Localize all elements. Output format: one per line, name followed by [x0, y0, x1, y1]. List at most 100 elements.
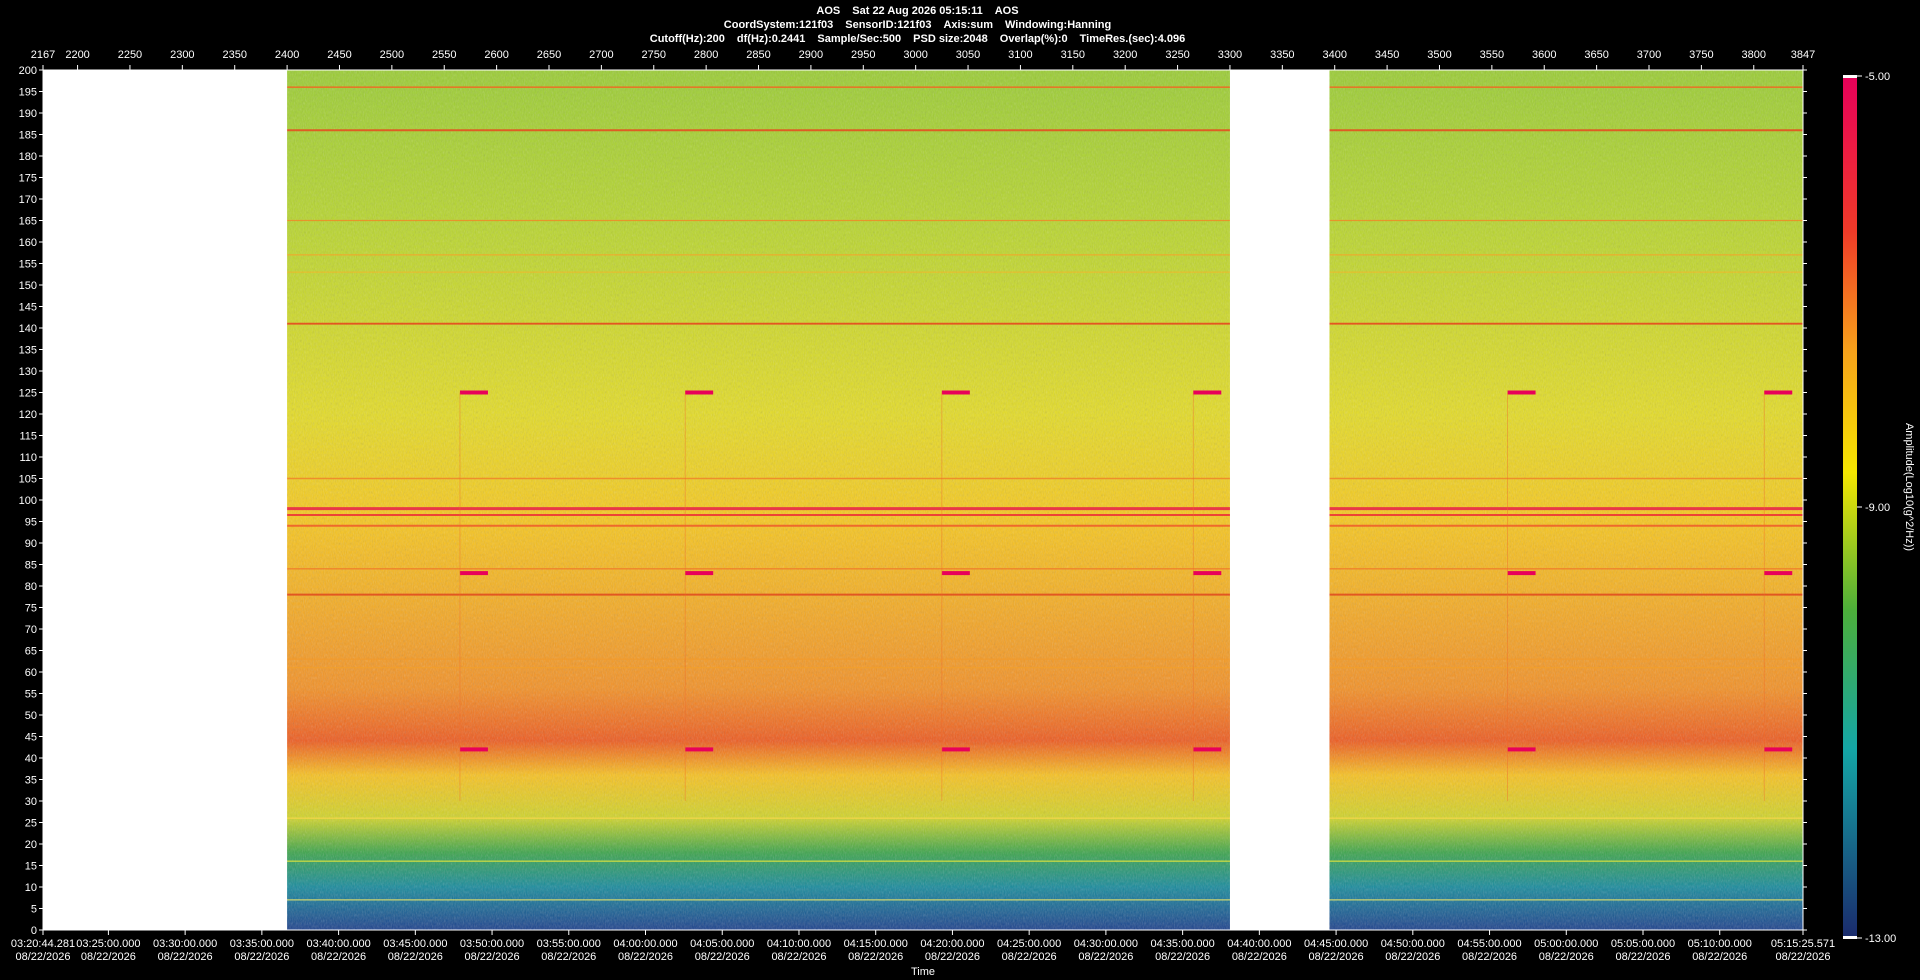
y-tick-label: 20 — [25, 839, 37, 851]
time-tick-label: 04:15:00.000 — [844, 938, 908, 950]
y-tick-label: 175 — [19, 173, 37, 185]
y-tick-label: 190 — [19, 108, 37, 120]
y-tick-label: 70 — [25, 624, 37, 636]
burst-marker — [685, 571, 714, 576]
y-tick-label: 90 — [25, 538, 37, 550]
time-tick-label: 04:50:00.000 — [1381, 938, 1445, 950]
y-tick-label: 35 — [25, 775, 37, 787]
time-tick-date: 08/22/2026 — [465, 951, 520, 963]
top-tick-label: 3450 — [1375, 49, 1399, 61]
y-tick-label: 180 — [19, 151, 37, 163]
time-tick-date: 08/22/2026 — [541, 951, 596, 963]
time-tick-date: 08/22/2026 — [1232, 951, 1287, 963]
y-tick-label: 5 — [31, 904, 37, 916]
spectrogram-chart: 0 5 10 15 20 25 30 35 40 45 50 55 60 65 70 75 80 85 90 95 10… — [11, 49, 1915, 978]
time-tick-label: 04:55:00.000 — [1457, 938, 1521, 950]
top-tick-label: 2250 — [118, 49, 142, 61]
time-tick-date: 08/22/2026 — [1462, 951, 1517, 963]
burst-marker — [1193, 571, 1222, 576]
time-tick-label: 04:35:00.000 — [1151, 938, 1215, 950]
burst-marker — [459, 571, 488, 576]
top-tick-label: 3700 — [1637, 49, 1661, 61]
burst-marker — [685, 390, 714, 395]
y-tick-label: 125 — [19, 388, 37, 400]
colorbar: -5.00 -9.00 -13.00 Amplitude(Log10(g^2/Hz)) — [1843, 71, 1915, 945]
time-tick-date: 08/22/2026 — [1615, 951, 1670, 963]
top-tick-label: 3250 — [1165, 49, 1189, 61]
y-tick-label: 170 — [19, 194, 37, 206]
time-tick-date: 08/22/2026 — [81, 951, 136, 963]
top-tick-label: 2750 — [642, 49, 666, 61]
x-axis-label: Time — [911, 966, 935, 978]
y-tick-label: 55 — [25, 689, 37, 701]
y-tick-label: 120 — [19, 409, 37, 421]
burst-marker — [941, 571, 970, 576]
data-gap — [1229, 70, 1330, 930]
top-tick-label: 2500 — [380, 49, 404, 61]
top-tick-label: 2200 — [65, 49, 89, 61]
time-tick-date: 08/22/2026 — [311, 951, 366, 963]
burst-marker — [1507, 747, 1536, 752]
time-tick-label: 04:45:00.000 — [1304, 938, 1368, 950]
top-tick-label: 2550 — [432, 49, 456, 61]
burst-marker — [941, 747, 970, 752]
top-tick-label: 2450 — [327, 49, 351, 61]
colorbar-tick-label: -9.00 — [1865, 502, 1890, 514]
y-tick-label: 0 — [31, 925, 37, 937]
colorbar-bottom-cap — [1843, 936, 1857, 939]
y-tick-label: 160 — [19, 237, 37, 249]
time-tick-label: 03:35:00.000 — [230, 938, 294, 950]
top-tick-label: 3000 — [903, 49, 927, 61]
y-tick-label: 165 — [19, 216, 37, 228]
time-tick-label: 03:50:00.000 — [460, 938, 524, 950]
y-tick-label: 80 — [25, 581, 37, 593]
y-tick-label: 15 — [25, 861, 37, 873]
time-tick-date: 08/22/2026 — [1002, 951, 1057, 963]
time-tick-label: 04:00:00.000 — [613, 938, 677, 950]
y-tick-label: 100 — [19, 495, 37, 507]
y-tick-label: 140 — [19, 323, 37, 335]
burst-marker — [1764, 390, 1793, 395]
y-tick-label: 30 — [25, 796, 37, 808]
time-tick-label: 03:40:00.000 — [306, 938, 370, 950]
time-tick-date: 08/22/2026 — [234, 951, 289, 963]
time-tick-label: 05:05:00.000 — [1611, 938, 1675, 950]
colorbar-label: Amplitude(Log10(g^2/Hz)) — [1903, 423, 1915, 551]
time-tick-label: 04:40:00.000 — [1227, 938, 1291, 950]
top-tick-label: 3650 — [1584, 49, 1608, 61]
time-tick-date: 08/22/2026 — [1539, 951, 1594, 963]
time-tick-date: 08/22/2026 — [695, 951, 750, 963]
y-tick-label: 115 — [19, 431, 37, 443]
spectrogram-image — [43, 70, 1803, 930]
spectrogram-texture — [43, 70, 1803, 930]
y-tick-label: 95 — [25, 517, 37, 529]
y-tick-label: 45 — [25, 732, 37, 744]
data-gap — [43, 70, 288, 930]
top-tick-label: 3550 — [1480, 49, 1504, 61]
top-tick-label: 3800 — [1742, 49, 1766, 61]
y-tick-label: 185 — [19, 130, 37, 142]
colorbar-tick-label: -5.00 — [1865, 71, 1890, 83]
time-tick-label: 03:30:00.000 — [153, 938, 217, 950]
time-tick-date: 08/22/2026 — [1309, 951, 1364, 963]
time-tick-date: 08/22/2026 — [1692, 951, 1747, 963]
top-tick-label: 2600 — [484, 49, 508, 61]
colorbar-gradient — [1843, 76, 1857, 938]
y-tick-label: 75 — [25, 603, 37, 615]
y-tick-label: 25 — [25, 818, 37, 830]
time-tick-date: 08/22/2026 — [1385, 951, 1440, 963]
burst-marker — [1193, 747, 1222, 752]
top-tick-label: 2350 — [222, 49, 246, 61]
top-tick-label: 2950 — [851, 49, 875, 61]
time-tick-date: 08/22/2026 — [925, 951, 980, 963]
top-tick-label: 2850 — [746, 49, 770, 61]
time-tick-label: 05:00:00.000 — [1534, 938, 1598, 950]
y-tick-label: 50 — [25, 710, 37, 722]
time-tick-date: 08/22/2026 — [618, 951, 673, 963]
top-tick-label: 3400 — [1322, 49, 1346, 61]
top-tick-label: 2167 — [31, 49, 55, 61]
y-tick-label: 40 — [25, 753, 37, 765]
y-tick-label: 150 — [19, 280, 37, 292]
top-tick-label: 3050 — [956, 49, 980, 61]
time-tick-label: 03:20:44.281 — [11, 938, 75, 950]
